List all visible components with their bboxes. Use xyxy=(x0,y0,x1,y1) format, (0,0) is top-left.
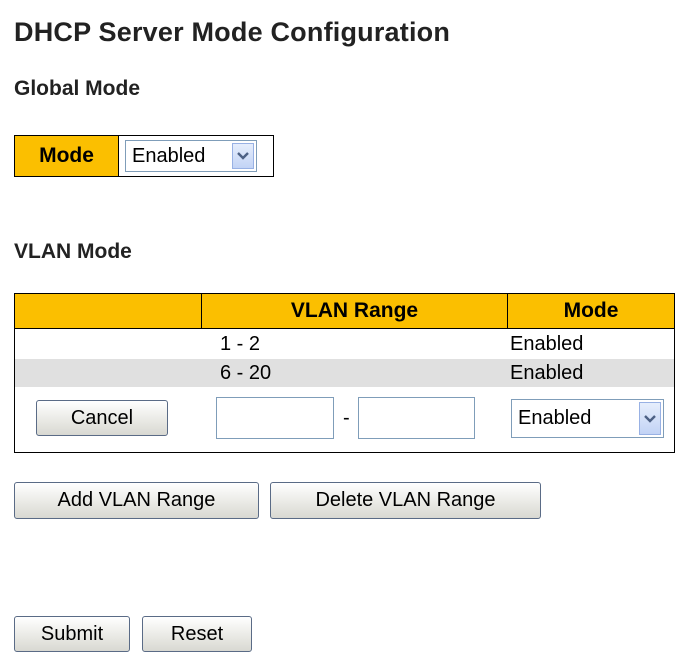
range-start-input[interactable] xyxy=(216,397,334,439)
add-vlan-range-button[interactable]: Add VLAN Range xyxy=(14,482,259,519)
range-end-input[interactable] xyxy=(358,397,475,439)
row-vlan-range: 1 - 2 xyxy=(220,332,261,355)
new-range-row: Cancel - Enabled xyxy=(15,387,674,452)
row-mode: Enabled xyxy=(510,332,584,355)
page-title: DHCP Server Mode Configuration xyxy=(14,17,451,47)
reset-button[interactable]: Reset xyxy=(142,616,252,652)
global-mode-select[interactable]: Enabled xyxy=(125,140,257,172)
cancel-button[interactable]: Cancel xyxy=(36,400,168,436)
column-header-vlan-range: VLAN Range xyxy=(290,299,419,322)
column-header-blank xyxy=(15,294,201,328)
global-mode-heading: Global Mode xyxy=(14,77,140,100)
delete-vlan-range-button[interactable]: Delete VLAN Range xyxy=(270,482,541,519)
row-mode: Enabled xyxy=(510,361,584,384)
column-header-mode: Mode xyxy=(563,299,619,322)
vlan-table-header: VLAN Range Mode xyxy=(15,294,674,329)
row-vlan-range: 6 - 20 xyxy=(220,361,272,384)
global-mode-row: Mode Enabled xyxy=(14,135,274,177)
range-separator: - xyxy=(343,407,350,429)
chevron-down-icon[interactable] xyxy=(639,402,661,435)
vlan-mode-select-value: Enabled xyxy=(518,407,592,429)
table-row: 6 - 20 Enabled xyxy=(15,359,674,387)
vlan-mode-select[interactable]: Enabled xyxy=(511,399,664,438)
vlan-mode-heading: VLAN Mode xyxy=(14,240,132,263)
vlan-table: VLAN Range Mode 1 - 2 Enabled 6 - 20 Ena… xyxy=(14,293,675,453)
submit-button[interactable]: Submit xyxy=(14,616,130,652)
chevron-down-icon[interactable] xyxy=(232,143,254,169)
global-mode-select-value: Enabled xyxy=(132,144,206,167)
global-mode-label: Mode xyxy=(15,136,119,176)
table-row: 1 - 2 Enabled xyxy=(15,329,674,359)
